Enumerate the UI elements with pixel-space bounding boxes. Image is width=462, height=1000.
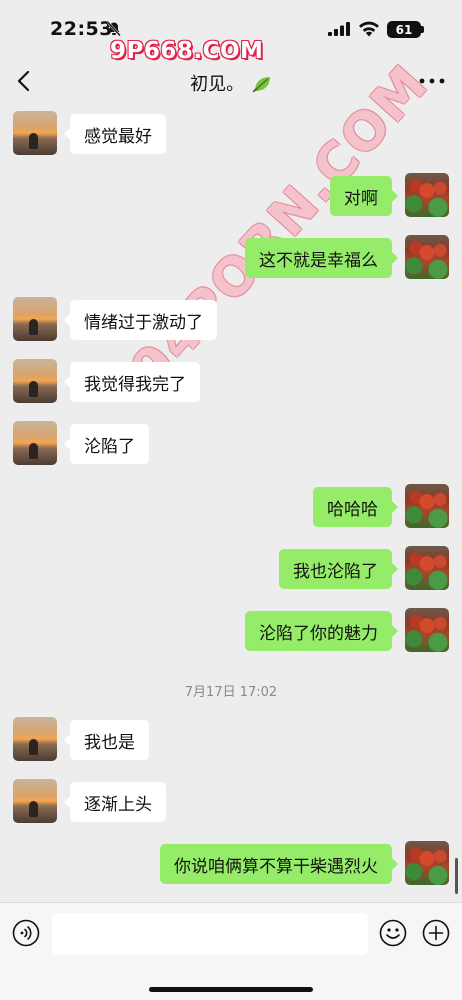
input-bar: [0, 902, 462, 1000]
contact-avatar[interactable]: [13, 359, 57, 403]
outgoing-message[interactable]: 哈哈哈: [313, 487, 398, 527]
incoming-message[interactable]: 逐渐上头: [64, 782, 166, 822]
outgoing-message[interactable]: 对啊: [330, 176, 398, 216]
message-row: 你说咱俩算不算干柴遇烈火: [0, 841, 462, 887]
message-row: 对啊: [0, 173, 462, 219]
battery-level: 61: [395, 22, 413, 37]
message-row: 沦陷了: [0, 421, 462, 467]
message-timestamp: 7月17日 17:02: [184, 685, 278, 700]
my-avatar[interactable]: [405, 546, 449, 590]
chat-area[interactable]: 感觉最好 对啊 这不就是幸福么 情绪过于激动了 我觉得我完了 沦陷了 哈哈哈 我…: [0, 106, 462, 902]
outgoing-message[interactable]: 你说咱俩算不算干柴遇烈火: [160, 844, 398, 884]
my-avatar[interactable]: [405, 841, 449, 885]
signal-icon: [328, 22, 350, 36]
incoming-message[interactable]: 情绪过于激动了: [64, 300, 217, 340]
chat-title-text: 初见。: [190, 74, 245, 95]
bell-slash-icon: [107, 21, 121, 37]
my-avatar[interactable]: [405, 235, 449, 279]
ellipsis-icon[interactable]: [418, 76, 446, 86]
contact-avatar[interactable]: [13, 717, 57, 761]
battery-tip: [421, 26, 424, 33]
message-row: 感觉最好: [0, 111, 462, 157]
message-row: 我也沦陷了: [0, 546, 462, 592]
contact-avatar[interactable]: [13, 779, 57, 823]
outgoing-message[interactable]: 沦陷了你的魅力: [245, 611, 398, 651]
scrollbar[interactable]: [455, 858, 458, 894]
incoming-message[interactable]: 沦陷了: [64, 424, 149, 464]
incoming-message[interactable]: 我觉得我完了: [64, 362, 200, 402]
message-input[interactable]: [52, 913, 368, 955]
plus-icon[interactable]: [422, 919, 450, 947]
contact-avatar[interactable]: [13, 297, 57, 341]
incoming-message[interactable]: 我也是: [64, 720, 149, 760]
home-indicator[interactable]: [149, 987, 313, 992]
my-avatar[interactable]: [405, 608, 449, 652]
my-avatar[interactable]: [405, 173, 449, 217]
message-row: 哈哈哈: [0, 484, 462, 530]
message-row: 这不就是幸福么: [0, 235, 462, 281]
outgoing-message[interactable]: 我也沦陷了: [279, 549, 398, 589]
contact-avatar[interactable]: [13, 421, 57, 465]
emoji-icon[interactable]: [379, 919, 407, 947]
chat-title: 初见。: [0, 70, 462, 96]
nav-bar: 初见。: [0, 56, 462, 106]
message-row: 我也是: [0, 717, 462, 763]
message-row: 我觉得我完了: [0, 359, 462, 405]
outgoing-message[interactable]: 这不就是幸福么: [245, 238, 398, 278]
wifi-icon: [359, 21, 379, 37]
message-row: 情绪过于激动了: [0, 297, 462, 343]
message-row: 沦陷了你的魅力: [0, 608, 462, 654]
message-row: 逐渐上头: [0, 779, 462, 825]
voice-icon[interactable]: [12, 919, 40, 947]
incoming-message[interactable]: 感觉最好: [64, 114, 166, 154]
leaf-icon: [252, 77, 270, 93]
my-avatar[interactable]: [405, 484, 449, 528]
status-time: 22:53: [50, 18, 113, 40]
contact-avatar[interactable]: [13, 111, 57, 155]
battery-indicator: 61: [387, 21, 421, 38]
